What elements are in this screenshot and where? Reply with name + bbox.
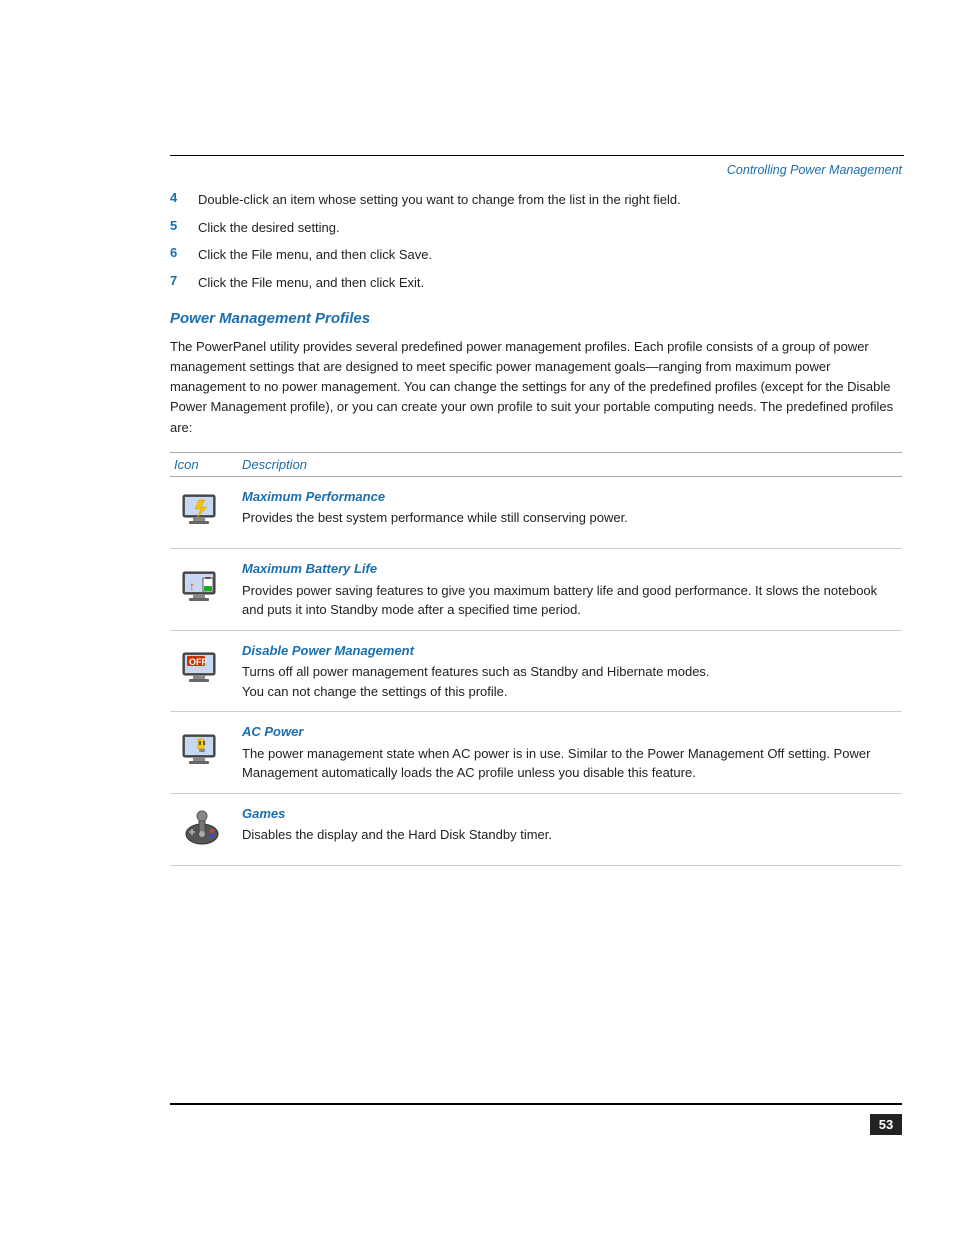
list-text-7: Click the File menu, and then click Exit… bbox=[198, 273, 902, 293]
profile-desc-cell: Maximum Performance Provides the best sys… bbox=[238, 476, 902, 549]
list-num-7: 7 bbox=[170, 273, 198, 288]
list-num-5: 5 bbox=[170, 218, 198, 233]
list-text-4: Double-click an item whose setting you w… bbox=[198, 190, 902, 210]
page-container: Controlling Power Management 4 Double-cl… bbox=[0, 0, 954, 1235]
disable-power-management-icon: OFF bbox=[170, 630, 238, 712]
profile-description: Turns off all power management features … bbox=[242, 664, 710, 699]
profile-desc-cell: Games Disables the display and the Hard D… bbox=[238, 793, 902, 866]
list-item-5: 5 Click the desired setting. bbox=[170, 218, 902, 238]
profile-description: The power management state when AC power… bbox=[242, 746, 870, 781]
profile-desc-cell: Disable Power Management Turns off all po… bbox=[238, 630, 902, 712]
profile-name: Games bbox=[242, 804, 894, 824]
maximum-battery-life-icon: ↑ bbox=[170, 549, 238, 631]
list-item-4: 4 Double-click an item whose setting you… bbox=[170, 190, 902, 210]
section-heading: Power Management Profiles bbox=[170, 310, 902, 327]
page-number: 53 bbox=[870, 1114, 902, 1135]
list-num-4: 4 bbox=[170, 190, 198, 205]
profile-description: Provides power saving features to give y… bbox=[242, 583, 877, 618]
col-desc-header: Description bbox=[238, 452, 902, 476]
profile-name: Disable Power Management bbox=[242, 641, 894, 661]
section-body: The PowerPanel utility provides several … bbox=[170, 337, 902, 438]
col-icon-header: Icon bbox=[170, 452, 238, 476]
list-item-7: 7 Click the File menu, and then click Ex… bbox=[170, 273, 902, 293]
maximum-performance-icon bbox=[170, 476, 238, 549]
list-text-5: Click the desired setting. bbox=[198, 218, 902, 238]
numbered-list: 4 Double-click an item whose setting you… bbox=[170, 190, 902, 292]
profile-name: Maximum Performance bbox=[242, 487, 894, 507]
table-row: ↑ Maximum Battery Life Provides power sav… bbox=[170, 549, 902, 631]
profile-desc-cell: Maximum Battery Life Provides power savin… bbox=[238, 549, 902, 631]
ac-power-icon bbox=[170, 712, 238, 794]
table-row: OFF Disable Power Management Turns off al… bbox=[170, 630, 902, 712]
bottom-rule bbox=[170, 1103, 902, 1105]
table-row: Maximum Performance Provides the best sys… bbox=[170, 476, 902, 549]
profile-name: Maximum Battery Life bbox=[242, 559, 894, 579]
header-title: Controlling Power Management bbox=[727, 163, 902, 177]
table-row: Games Disables the display and the Hard D… bbox=[170, 793, 902, 866]
svg-text:OFF: OFF bbox=[189, 657, 207, 667]
table-row: AC Power The power management state when … bbox=[170, 712, 902, 794]
list-num-6: 6 bbox=[170, 245, 198, 260]
games-icon bbox=[170, 793, 238, 866]
svg-text:↑: ↑ bbox=[189, 579, 195, 593]
profile-name: AC Power bbox=[242, 722, 894, 742]
page-header: Controlling Power Management bbox=[727, 163, 902, 177]
profile-desc-cell: AC Power The power management state when … bbox=[238, 712, 902, 794]
main-content: 4 Double-click an item whose setting you… bbox=[170, 190, 902, 866]
profile-description: Provides the best system performance whi… bbox=[242, 510, 628, 525]
list-item-6: 6 Click the File menu, and then click Sa… bbox=[170, 245, 902, 265]
top-rule bbox=[170, 155, 904, 156]
profile-description: Disables the display and the Hard Disk S… bbox=[242, 827, 552, 842]
list-text-6: Click the File menu, and then click Save… bbox=[198, 245, 902, 265]
profiles-table: Icon Description Maximum Performance Prov… bbox=[170, 452, 902, 867]
